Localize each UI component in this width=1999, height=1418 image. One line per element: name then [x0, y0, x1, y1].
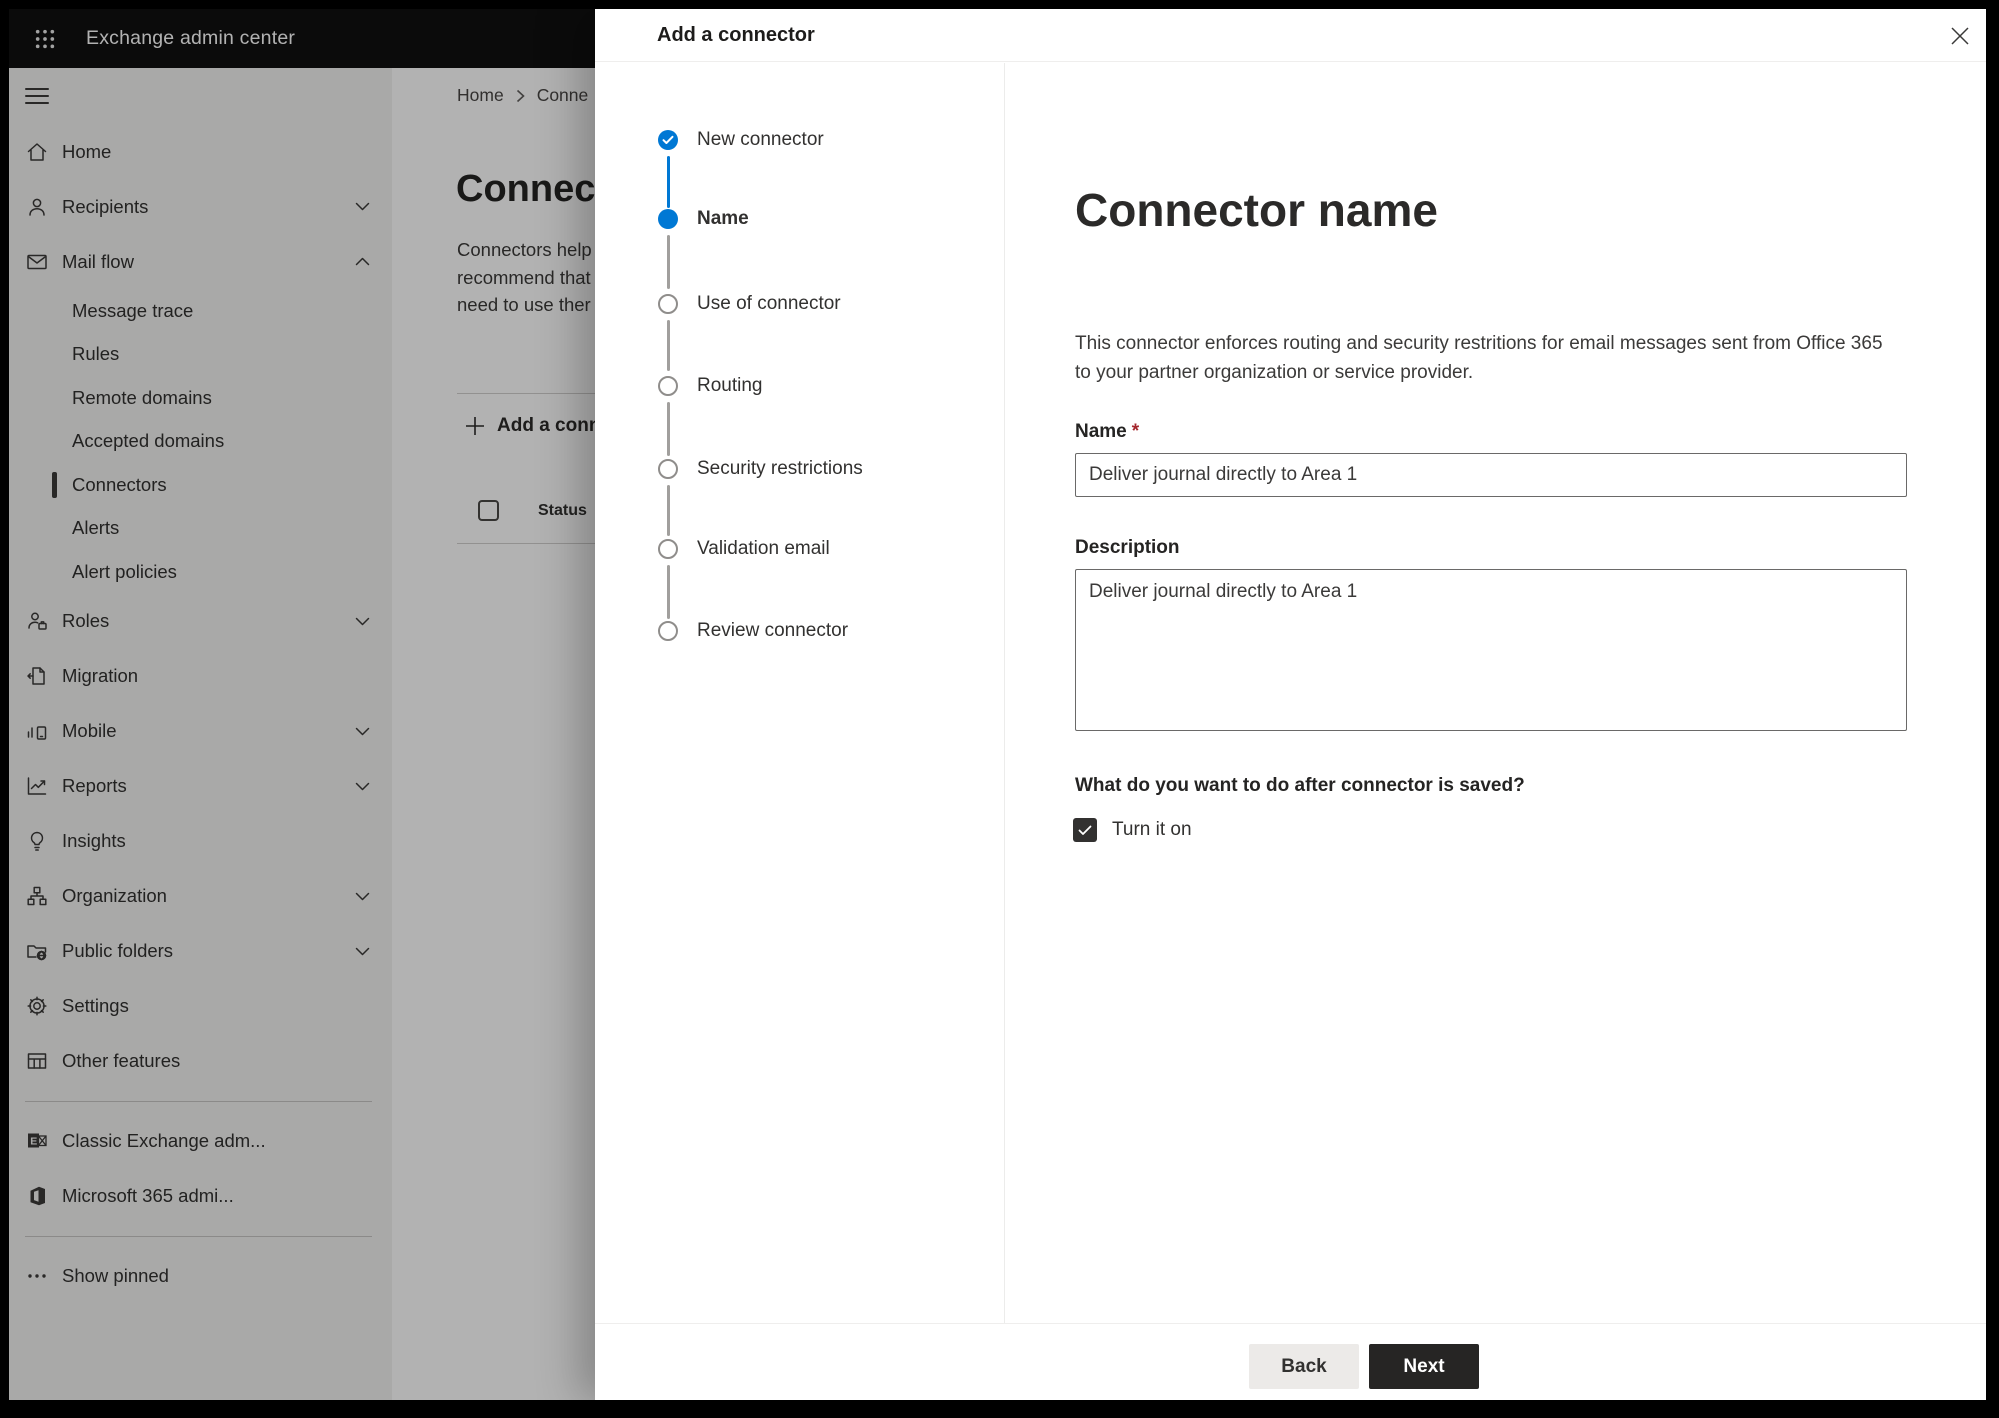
- check-icon: [1078, 825, 1092, 835]
- close-icon: [1951, 27, 1969, 45]
- step-connector-line: [667, 235, 670, 289]
- step-upcoming-icon: [658, 621, 678, 641]
- app-window: Exchange admin center Home Recipients Ma…: [9, 9, 1986, 1400]
- wizard-step-new-connector[interactable]: New connector: [658, 127, 824, 153]
- checkbox-checked[interactable]: [1073, 818, 1097, 842]
- step-completed-icon: [658, 130, 678, 150]
- check-icon: [662, 135, 674, 144]
- connector-name-input[interactable]: [1075, 453, 1907, 497]
- wizard-steps: New connector Name Use of connector Rout…: [595, 63, 1005, 1323]
- step-upcoming-icon: [658, 539, 678, 559]
- back-button[interactable]: Back: [1249, 1344, 1359, 1389]
- required-asterisk: *: [1131, 421, 1140, 442]
- add-connector-panel: Add a connector New connector Name Use o…: [595, 9, 1986, 1400]
- after-save-question: What do you want to do after connector i…: [1075, 775, 1525, 796]
- step-upcoming-icon: [658, 376, 678, 396]
- name-field-label: Name *: [1075, 421, 1140, 442]
- connector-description-textarea[interactable]: [1075, 569, 1907, 731]
- step-connector-line: [667, 402, 670, 456]
- step-content: Connector name This connector enforces r…: [1073, 63, 1986, 1323]
- wizard-step-security-restrictions[interactable]: Security restrictions: [658, 456, 863, 482]
- wizard-step-use-of-connector[interactable]: Use of connector: [658, 291, 841, 317]
- step-current-icon: [658, 209, 678, 229]
- screenshot-frame: Exchange admin center Home Recipients Ma…: [0, 0, 1999, 1418]
- panel-footer: Back Next: [595, 1323, 1986, 1400]
- next-button[interactable]: Next: [1369, 1344, 1479, 1389]
- step-connector-line: [667, 565, 670, 619]
- wizard-step-name[interactable]: Name: [658, 206, 749, 232]
- step-upcoming-icon: [658, 294, 678, 314]
- step-connector-line: [667, 320, 670, 371]
- wizard-step-review-connector[interactable]: Review connector: [658, 618, 848, 644]
- step-heading: Connector name: [1075, 184, 1438, 236]
- turn-it-on-checkbox-row[interactable]: Turn it on: [1073, 818, 1192, 842]
- wizard-step-validation-email[interactable]: Validation email: [658, 536, 830, 562]
- panel-header: Add a connector: [595, 9, 1986, 62]
- step-description: This connector enforces routing and secu…: [1075, 333, 1883, 383]
- description-field-label: Description: [1075, 537, 1180, 558]
- step-connector-line: [667, 485, 670, 536]
- step-connector-line: [667, 156, 670, 208]
- panel-title: Add a connector: [657, 24, 815, 46]
- step-upcoming-icon: [658, 459, 678, 479]
- wizard-step-routing[interactable]: Routing: [658, 373, 763, 399]
- close-button[interactable]: [1946, 22, 1974, 50]
- turn-it-on-label: Turn it on: [1112, 819, 1192, 840]
